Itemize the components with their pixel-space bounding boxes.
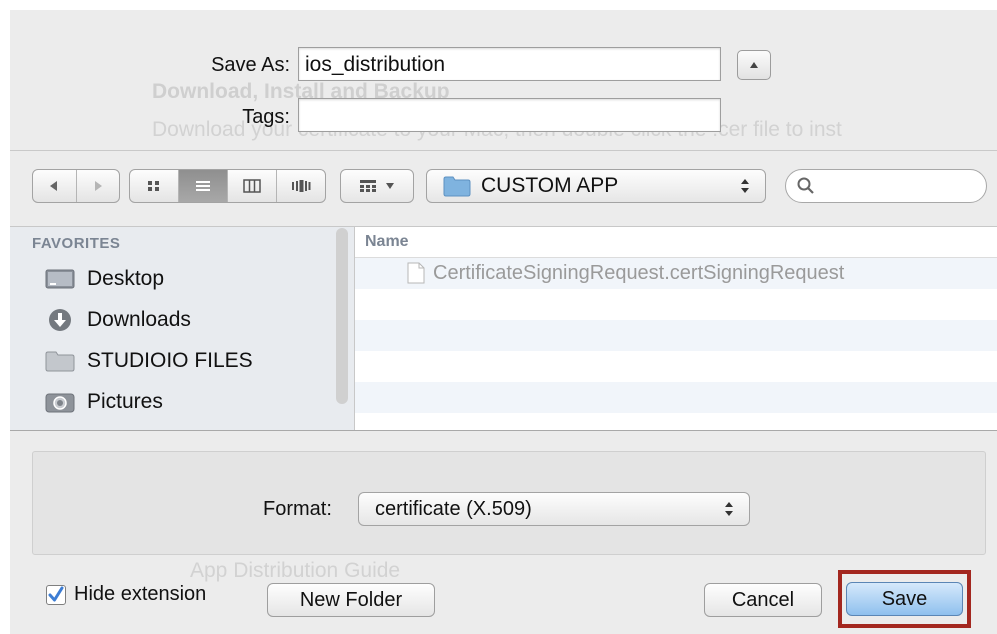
search-field[interactable]	[785, 169, 987, 203]
expand-dialog-button[interactable]	[737, 50, 771, 80]
list-view-icon	[196, 181, 210, 191]
save-as-label: Save As:	[211, 54, 290, 76]
cancel-button[interactable]: Cancel	[704, 583, 822, 617]
column-view-icon	[243, 179, 261, 193]
arrange-button[interactable]	[340, 169, 414, 203]
sidebar-item-pictures[interactable]: Pictures	[45, 384, 163, 420]
tags-label: Tags:	[242, 106, 290, 128]
empty-row	[355, 320, 997, 351]
hide-extension-checkbox[interactable]	[46, 584, 66, 605]
back-arrow-icon	[50, 181, 58, 191]
back-forward-control	[32, 169, 120, 203]
arrange-grid-icon	[360, 180, 376, 192]
coverflow-view-button[interactable]	[276, 170, 325, 202]
sidebar-section-header: FAVORITES	[32, 235, 121, 252]
name-column-header[interactable]: Name	[355, 227, 997, 258]
document-icon	[407, 262, 425, 284]
forward-button[interactable]	[75, 170, 120, 202]
format-accessory-panel: Format: certificate (X.509)	[32, 451, 986, 555]
coverflow-view-icon	[292, 180, 311, 192]
hide-extension-label: Hide extension	[74, 583, 207, 605]
format-value: certificate (X.509)	[375, 497, 532, 520]
screenshot-frame: Download, Install and Backup Download yo…	[0, 0, 997, 634]
sidebar-scrollbar[interactable]	[336, 228, 348, 404]
back-button[interactable]	[33, 170, 76, 202]
save-as-input[interactable]: ios_distribution	[298, 47, 721, 81]
checkmark-icon	[48, 586, 64, 601]
empty-row	[355, 289, 997, 320]
forward-arrow-icon	[94, 181, 102, 191]
sidebar-item-label: Downloads	[87, 308, 191, 331]
chevron-down-icon	[386, 183, 394, 189]
sidebar-item-label: Pictures	[87, 390, 163, 413]
format-label: Format:	[263, 498, 332, 520]
sidebar-item-studioio-files[interactable]: STUDIOIO FILES	[45, 343, 253, 379]
file-name: CertificateSigningRequest.certSigningReq…	[433, 262, 845, 284]
empty-row	[355, 351, 997, 382]
icon-view-icon	[148, 181, 159, 191]
column-header-label: Name	[365, 233, 409, 250]
location-label: CUSTOM APP	[481, 174, 619, 197]
list-view-button[interactable]	[178, 170, 227, 202]
file-row[interactable]: CertificateSigningRequest.certSigningReq…	[355, 258, 997, 289]
location-popup[interactable]: CUSTOM APP	[426, 169, 766, 203]
view-mode-control	[129, 169, 326, 203]
search-icon	[797, 177, 814, 194]
search-input[interactable]	[822, 175, 976, 199]
triangle-up-icon	[750, 62, 758, 68]
camera-icon	[45, 390, 75, 414]
file-list: Name CertificateSigningRequest.certSigni…	[354, 226, 997, 431]
sidebar-item-label: Desktop	[87, 267, 165, 290]
empty-row	[355, 382, 997, 413]
sidebar-item-desktop[interactable]: Desktop	[45, 261, 164, 297]
sidebar: FAVORITES Desktop Downloads STUDIOIO FIL…	[10, 226, 354, 431]
save-button-highlight-box	[838, 570, 971, 628]
sidebar-item-downloads[interactable]: Downloads	[45, 302, 191, 338]
column-view-button[interactable]	[227, 170, 276, 202]
up-down-arrows-icon	[741, 179, 749, 193]
tags-input[interactable]	[298, 98, 721, 132]
background-text: App Distribution Guide	[190, 559, 401, 582]
format-popup[interactable]: certificate (X.509)	[358, 492, 750, 526]
hide-extension-option[interactable]: Hide extension	[46, 583, 206, 606]
folder-icon	[443, 176, 471, 197]
folder-icon	[45, 349, 75, 373]
browser-toolbar: CUSTOM APP	[10, 150, 997, 227]
downloads-icon	[45, 308, 75, 332]
icon-view-button[interactable]	[130, 170, 178, 202]
desktop-icon	[45, 267, 75, 291]
new-folder-button[interactable]: New Folder	[267, 583, 435, 617]
sidebar-item-label: STUDIOIO FILES	[87, 349, 253, 372]
save-dialog: Download, Install and Backup Download yo…	[10, 10, 997, 634]
dialog-bottom: Documentation For more information on us…	[10, 430, 997, 634]
up-down-arrows-icon	[725, 502, 733, 516]
